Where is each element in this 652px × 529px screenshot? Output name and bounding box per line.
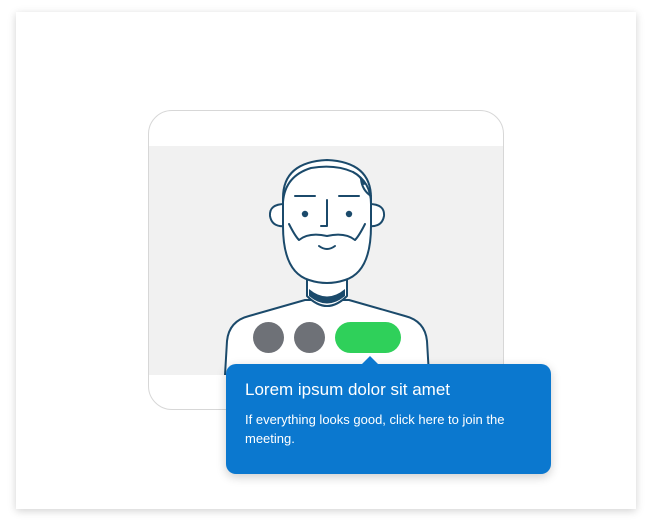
join-button[interactable] <box>335 321 401 353</box>
camera-button[interactable] <box>294 321 325 353</box>
tooltip-arrow <box>361 356 379 365</box>
mute-button[interactable] <box>253 321 284 353</box>
tooltip-title: Lorem ipsum dolor sit amet <box>245 380 451 399</box>
join-tooltip: Lorem ipsum dolor sit amet If everything… <box>226 356 551 474</box>
tooltip-body: If everything looks good, click here to … <box>245 412 505 446</box>
call-controls <box>253 321 401 353</box>
